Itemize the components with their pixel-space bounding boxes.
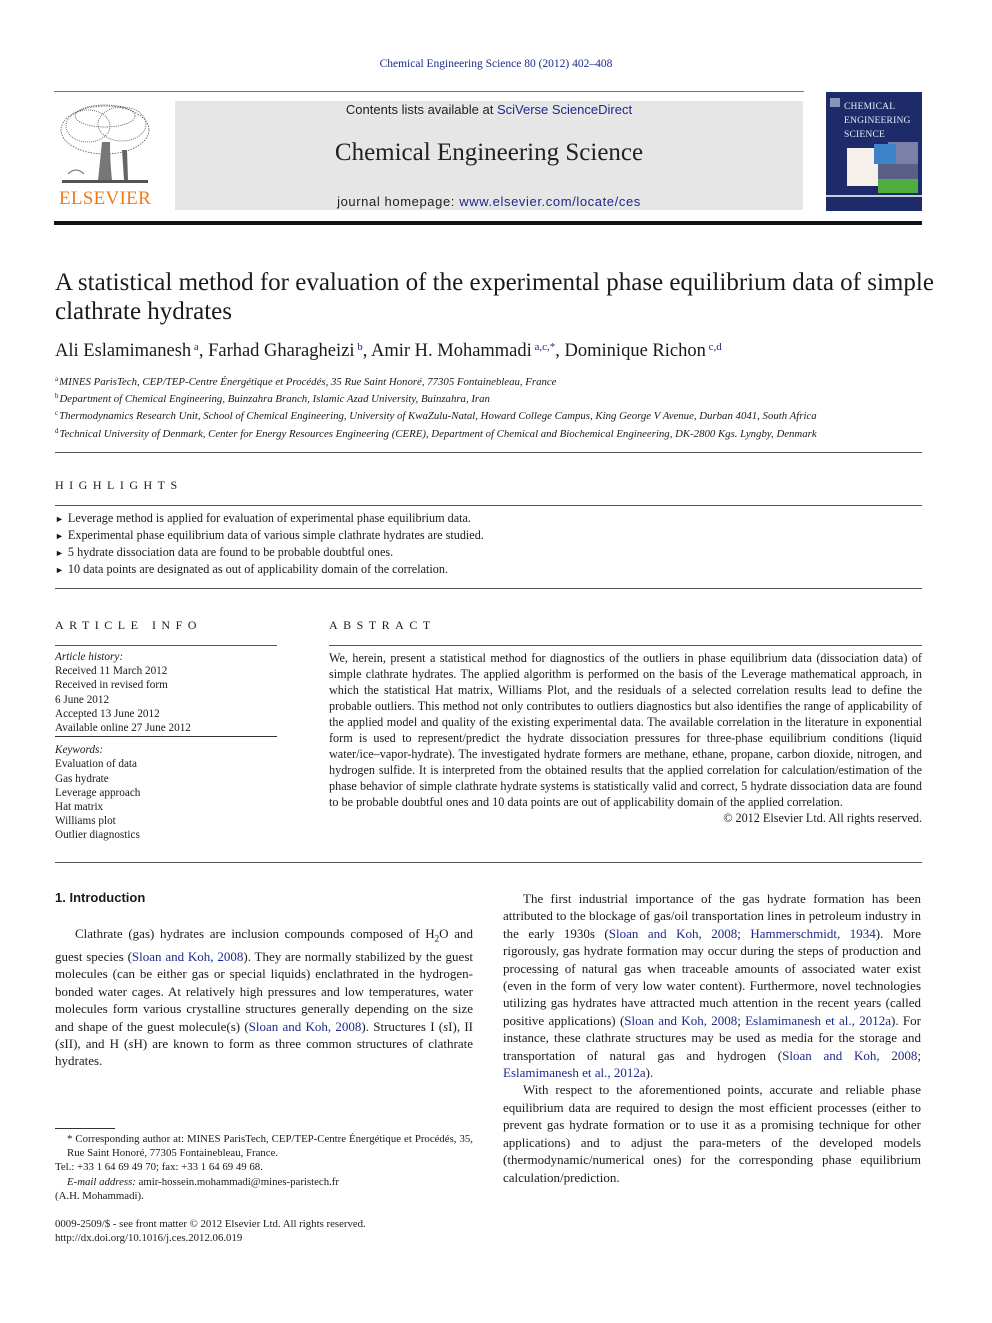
highlight-item: ► Leverage method is applied for evaluati…	[55, 511, 471, 525]
intro-paragraph: Clathrate (gas) hydrates are inclusion c…	[55, 926, 473, 1069]
footnote-rule	[55, 1128, 115, 1129]
journal-homepage: journal homepage: www.elsevier.com/locat…	[175, 194, 803, 209]
article-info: Article history: Received 11 March 2012 …	[55, 650, 277, 843]
affiliations: aMINES ParisTech, CEP/TEP-Centre Énergét…	[55, 372, 935, 441]
doi-link[interactable]: http://dx.doi.org/10.1016/j.ces.2012.06.…	[55, 1231, 473, 1245]
keyword-item: Hat matrix	[55, 801, 104, 814]
article-info-heading: ARTICLE INFO	[55, 618, 202, 632]
email-link[interactable]: amir-hossein.mohammadi@mines-paristech.f…	[139, 1176, 339, 1188]
intro-left-column: Clathrate (gas) hydrates are inclusion c…	[55, 925, 473, 1070]
journal-title: Chemical Engineering Science	[334, 139, 644, 166]
history-item: Accepted 13 June 2012	[55, 707, 160, 720]
footnote-email-line: E-mail address: amir-hossein.mohammadi@m…	[67, 1175, 339, 1188]
author-name[interactable]: Amir H. Mohammadi	[371, 341, 532, 361]
history-item: 6 June 2012	[55, 693, 110, 706]
journal-citation[interactable]: Chemical Engineering Science 80 (2012) 4…	[0, 58, 992, 70]
triangle-bullet-icon: ►	[55, 531, 64, 541]
citation-link[interactable]: Eslamimanesh et al., 2012a	[503, 1065, 646, 1080]
elsevier-logo: ELSEVIER	[54, 100, 156, 212]
history-item: Available online 27 June 2012	[55, 721, 277, 738]
cover-title-line: ENGINEERING	[844, 116, 911, 126]
section-divider	[55, 452, 922, 453]
article-info-rule	[55, 645, 277, 646]
citation-link[interactable]: Hammerschmidt, 1934	[750, 926, 875, 941]
front-matter: 0009-2509/$ - see front matter © 2012 El…	[55, 1217, 473, 1245]
intro-paragraph: With respect to the aforementioned point…	[503, 1082, 921, 1185]
header-bottom-rule	[54, 221, 922, 225]
cover-title-line: SCIENCE	[844, 130, 885, 140]
footnote-phone: Tel.: +33 1 64 69 49 70; fax: +33 1 64 6…	[55, 1161, 263, 1174]
issn-line: 0009-2509/$ - see front matter © 2012 El…	[55, 1218, 366, 1230]
keyword-item: Leverage approach	[55, 786, 141, 799]
introduction-heading: 1. Introduction	[55, 890, 146, 905]
header-top-rule	[54, 91, 804, 92]
citation-link[interactable]: Sloan and Koh, 2008	[249, 1019, 362, 1034]
affiliation-marker[interactable]: b	[354, 341, 363, 353]
highlights-list: ► Leverage method is applied for evaluati…	[55, 510, 923, 578]
elsevier-tree-icon	[60, 104, 150, 183]
cover-strip	[826, 195, 922, 197]
keyword-item: Williams plot	[55, 815, 116, 828]
contents-prefix: Contents lists available at	[345, 102, 497, 117]
keyword-item: Outlier diagnostics	[55, 829, 140, 842]
history-item: Received 11 March 2012	[55, 665, 168, 678]
keyword-item: Gas hydrate	[55, 772, 109, 785]
footnote-address: * Corresponding author at: MINES ParisTe…	[67, 1133, 473, 1160]
cover-title-line: CHEMICAL	[844, 102, 896, 112]
journal-cover-image[interactable]: CHEMICAL ENGINEERING SCIENCE	[826, 92, 922, 211]
elsevier-wordmark: ELSEVIER	[58, 188, 152, 209]
highlights-rule	[55, 505, 922, 506]
citation-link[interactable]: Sloan and Koh, 2008	[624, 1013, 737, 1028]
triangle-bullet-icon: ►	[55, 565, 64, 575]
cover-collage	[878, 179, 918, 193]
affiliation-item: aMINES ParisTech, CEP/TEP-Centre Énergét…	[55, 375, 557, 388]
highlight-item: ► Experimental phase equilibrium data of …	[55, 528, 484, 542]
homepage-link[interactable]: www.elsevier.com/locate/ces	[459, 194, 641, 209]
intro-right-column: The first industrial importance of the g…	[503, 890, 921, 1186]
highlight-item: ► 5 hydrate dissociation data are found t…	[55, 545, 394, 559]
abstract-copyright: © 2012 Elsevier Ltd. All rights reserved…	[723, 811, 922, 825]
affiliation-marker[interactable]: a,c,*	[532, 341, 556, 353]
citation-link[interactable]: Sloan and Koh, 2008	[782, 1048, 917, 1063]
affiliation-marker[interactable]: a	[191, 341, 199, 353]
abstract-heading: ABSTRACT	[329, 618, 436, 632]
affiliation-item: bDepartment of Chemical Engineering, Bui…	[55, 392, 490, 406]
highlights-heading: HIGHLIGHTS	[55, 478, 183, 492]
contents-availability: Contents lists available at SciVerse Sci…	[175, 102, 803, 117]
highlight-item: ► 10 data points are designated as out of…	[55, 562, 448, 576]
citation-link[interactable]: Sloan and Koh, 2008	[132, 949, 243, 964]
corresponding-author-footnote: * Corresponding author at: MINES ParisTe…	[55, 1132, 473, 1203]
author-list: Ali Eslamimanesh a, Farhad Gharagheizi b…	[55, 341, 722, 361]
keyword-item: Evaluation of data	[55, 758, 138, 771]
abstract-body: We, herein, present a statistical method…	[329, 650, 922, 826]
abstract-text: We, herein, present a statistical method…	[329, 651, 922, 809]
author-name[interactable]: Ali Eslamimanesh	[55, 341, 191, 361]
cover-title: CHEMICAL ENGINEERING SCIENCE	[844, 100, 911, 142]
cover-collage	[878, 164, 918, 179]
cover-emblem-icon	[830, 98, 840, 107]
homepage-prefix: journal homepage:	[337, 194, 460, 209]
section-divider	[55, 588, 922, 589]
affiliation-item: dTechnical University of Denmark, Center…	[55, 426, 817, 440]
keywords-label: Keywords:	[55, 744, 104, 757]
affiliation-item: cThermodynamics Research Unit, School of…	[55, 409, 817, 423]
history-item: Received in revised form	[55, 679, 168, 692]
citation-link[interactable]: Eslamimanesh et al., 2012a	[745, 1013, 891, 1028]
abstract-rule	[329, 645, 922, 646]
article-title: A statistical method for evaluation of t…	[55, 269, 934, 325]
citation-link[interactable]: Sloan and Koh, 2008	[609, 926, 738, 941]
history-label: Article history:	[55, 651, 124, 663]
sciencedirect-link[interactable]: SciVerse ScienceDirect	[497, 102, 632, 117]
cover-collage	[874, 144, 896, 164]
triangle-bullet-icon: ►	[55, 548, 64, 558]
footnote-email-owner: (A.H. Mohammadi).	[55, 1189, 144, 1202]
author-name[interactable]: Farhad Gharagheizi	[208, 341, 354, 361]
section-divider	[55, 862, 922, 863]
intro-paragraph: The first industrial importance of the g…	[503, 891, 921, 1081]
affiliation-marker[interactable]: c,d	[706, 341, 722, 353]
triangle-bullet-icon: ►	[55, 514, 64, 524]
author-name[interactable]: Dominique Richon	[565, 341, 706, 361]
journal-header-box: Contents lists available at SciVerse Sci…	[175, 101, 803, 210]
